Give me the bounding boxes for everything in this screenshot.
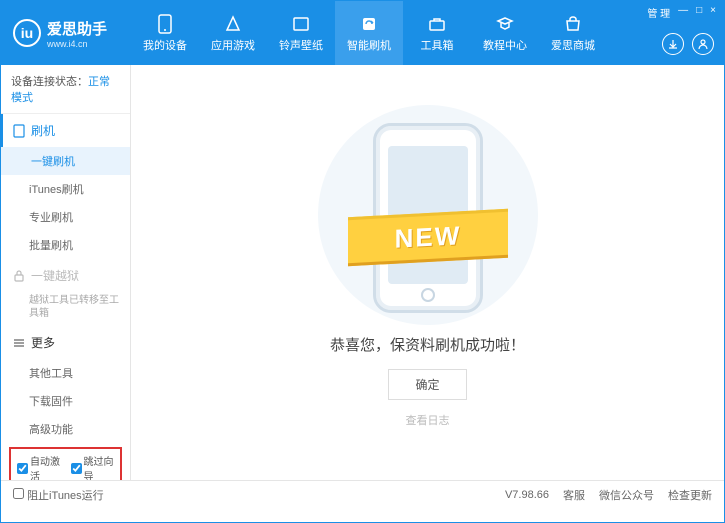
nav-label: 应用游戏 bbox=[211, 37, 255, 53]
nav-ringtones[interactable]: 铃声壁纸 bbox=[267, 1, 335, 65]
group-more[interactable]: 更多 bbox=[1, 326, 130, 359]
wallpaper-icon bbox=[291, 14, 311, 34]
check-update-link[interactable]: 检查更新 bbox=[668, 487, 712, 503]
nav-label: 我的设备 bbox=[143, 37, 187, 53]
version-text: V7.98.66 bbox=[505, 489, 549, 501]
nav-store[interactable]: 爱思商城 bbox=[539, 1, 607, 65]
app-name: 爱思助手 bbox=[47, 18, 107, 39]
sidebar-item-advanced[interactable]: 高级功能 bbox=[1, 415, 130, 443]
store-icon bbox=[563, 14, 583, 34]
app-url: www.i4.cn bbox=[47, 39, 107, 49]
success-message: 恭喜您，保资料刷机成功啦！ bbox=[330, 334, 525, 355]
phone-icon bbox=[13, 124, 25, 138]
skip-guide-checkbox[interactable]: 跳过向导 bbox=[71, 453, 115, 480]
ok-button[interactable]: 确定 bbox=[388, 369, 466, 400]
connection-status: 设备连接状态：正常模式 bbox=[1, 65, 130, 114]
jailbreak-note: 越狱工具已转移至工具箱 bbox=[1, 292, 130, 326]
block-itunes-checkbox[interactable]: 阻止iTunes运行 bbox=[13, 487, 104, 503]
new-banner: NEW bbox=[348, 208, 508, 265]
checkbox-label: 阻止iTunes运行 bbox=[27, 490, 104, 502]
group-flash[interactable]: 刷机 bbox=[1, 114, 130, 147]
checkbox-label: 跳过向导 bbox=[84, 453, 115, 480]
logo-area: iu 爱思助手 www.i4.cn bbox=[1, 18, 131, 49]
sidebar-item-other-tools[interactable]: 其他工具 bbox=[1, 359, 130, 387]
auto-activate-checkbox[interactable]: 自动激活 bbox=[17, 453, 61, 480]
sidebar-item-download-fw[interactable]: 下载固件 bbox=[1, 387, 130, 415]
phone-illustration: NEW bbox=[358, 118, 498, 318]
main-content: NEW 恭喜您，保资料刷机成功啦！ 确定 查看日志 bbox=[131, 65, 724, 480]
status-label: 设备连接状态： bbox=[11, 76, 88, 88]
customer-service-link[interactable]: 客服 bbox=[563, 487, 585, 503]
tutorial-icon bbox=[495, 14, 515, 34]
group-jailbreak: 一键越狱 bbox=[1, 259, 130, 292]
maximize-button[interactable]: □ bbox=[696, 5, 702, 20]
sidebar: 设备连接状态：正常模式 刷机 一键刷机 iTunes刷机 专业刷机 批量刷机 一… bbox=[1, 65, 131, 480]
apps-icon bbox=[223, 14, 243, 34]
nav-my-device[interactable]: 我的设备 bbox=[131, 1, 199, 65]
group-label: 一键越狱 bbox=[31, 267, 79, 284]
nav-apps[interactable]: 应用游戏 bbox=[199, 1, 267, 65]
close-button[interactable]: × bbox=[710, 5, 716, 20]
nav-label: 工具箱 bbox=[421, 37, 454, 53]
app-header: iu 爱思助手 www.i4.cn 我的设备 应用游戏 铃声壁纸 智能刷机 工具… bbox=[1, 1, 724, 65]
logo-icon: iu bbox=[13, 19, 41, 47]
group-label: 刷机 bbox=[31, 122, 55, 139]
nav-toolbox[interactable]: 工具箱 bbox=[403, 1, 471, 65]
nav-label: 教程中心 bbox=[483, 37, 527, 53]
main-nav: 我的设备 应用游戏 铃声壁纸 智能刷机 工具箱 教程中心 爱思商城 bbox=[131, 1, 607, 65]
user-button[interactable] bbox=[692, 33, 714, 55]
sidebar-item-oneclick-flash[interactable]: 一键刷机 bbox=[1, 147, 130, 175]
sidebar-item-itunes-flash[interactable]: iTunes刷机 bbox=[1, 175, 130, 203]
group-label: 更多 bbox=[31, 334, 55, 351]
minimize-button[interactable]: — bbox=[678, 5, 688, 20]
manage-link[interactable]: 管 理 bbox=[647, 5, 670, 20]
more-icon bbox=[13, 338, 25, 348]
flash-icon bbox=[359, 14, 379, 34]
nav-tutorials[interactable]: 教程中心 bbox=[471, 1, 539, 65]
view-log-link[interactable]: 查看日志 bbox=[406, 412, 450, 428]
lock-icon bbox=[13, 270, 25, 282]
sidebar-item-pro-flash[interactable]: 专业刷机 bbox=[1, 203, 130, 231]
nav-flash[interactable]: 智能刷机 bbox=[335, 1, 403, 65]
footer: 阻止iTunes运行 V7.98.66 客服 微信公众号 检查更新 bbox=[1, 480, 724, 508]
window-controls: 管 理 — □ × bbox=[647, 5, 716, 20]
options-highlight-box: 自动激活 跳过向导 bbox=[9, 447, 122, 480]
sidebar-item-batch-flash[interactable]: 批量刷机 bbox=[1, 231, 130, 259]
toolbox-icon bbox=[427, 14, 447, 34]
nav-label: 爱思商城 bbox=[551, 37, 595, 53]
nav-label: 智能刷机 bbox=[347, 37, 391, 53]
nav-label: 铃声壁纸 bbox=[279, 37, 323, 53]
download-button[interactable] bbox=[662, 33, 684, 55]
wechat-link[interactable]: 微信公众号 bbox=[599, 487, 654, 503]
phone-icon bbox=[155, 14, 175, 34]
checkbox-label: 自动激活 bbox=[30, 453, 61, 480]
